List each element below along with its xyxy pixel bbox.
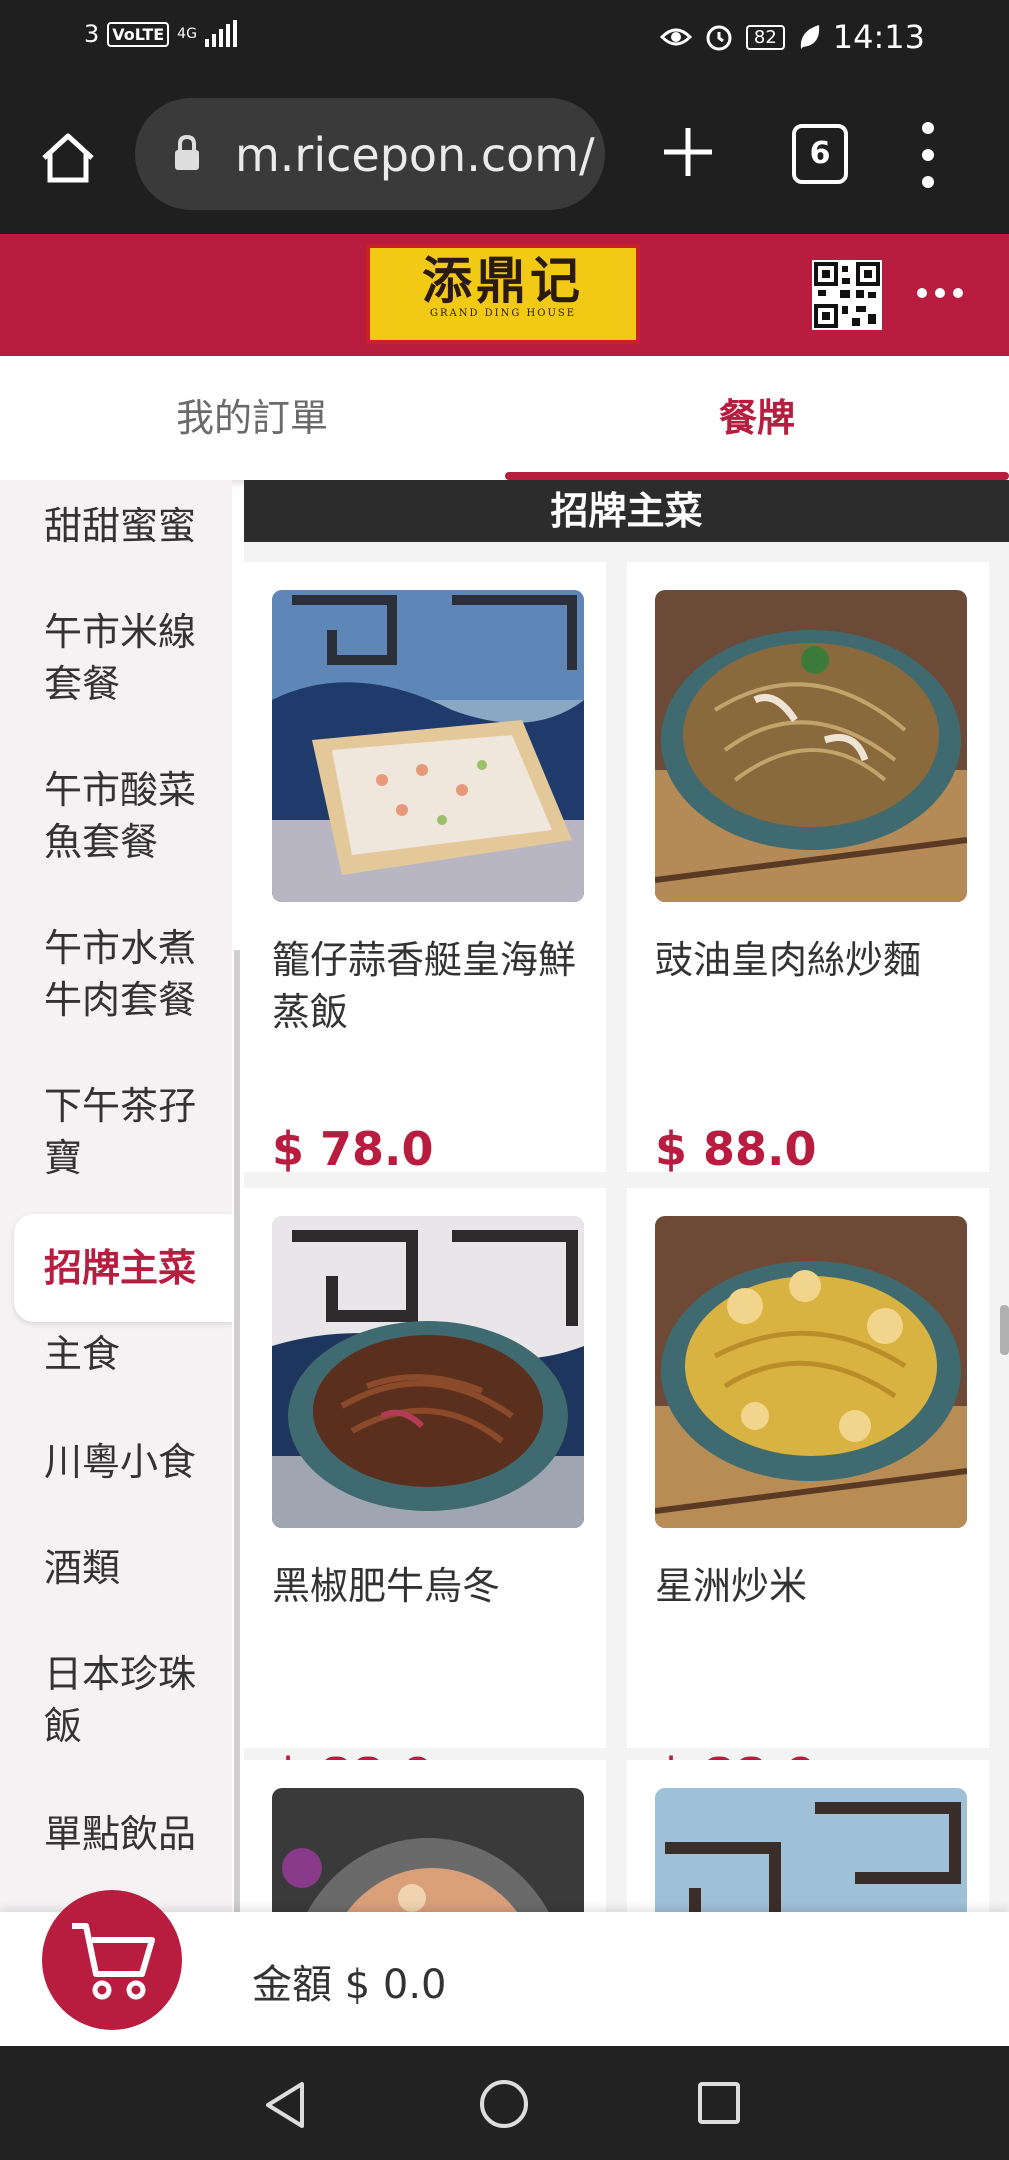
dish-image[interactable] — [272, 590, 584, 902]
dish-image[interactable] — [272, 1216, 584, 1528]
status-left: 3 VoLTE 4G — [84, 20, 237, 48]
dish-price: $ 78.0 — [272, 1122, 434, 1176]
dish-image[interactable] — [655, 1788, 967, 1912]
lock-icon — [175, 134, 199, 170]
sidebar-item-drinks[interactable]: 單點飲品 — [0, 1808, 232, 1860]
dish-name: 星洲炒米 — [655, 1564, 808, 1608]
dish-image[interactable] — [655, 1216, 967, 1528]
tab-bar: 我的訂單 餐牌 — [0, 356, 1009, 480]
qr-code-icon[interactable] — [812, 260, 882, 330]
dish-card[interactable]: 籠仔蒜香艇皇海鮮蒸飯 $ 78.0 — [244, 562, 606, 1176]
sidebar-item-staple[interactable]: 主食 — [0, 1328, 232, 1380]
dish-name: 豉油皇肉絲炒麵 — [655, 938, 922, 982]
dish-name: 黑椒肥牛烏冬 — [272, 1564, 501, 1608]
dish-card[interactable]: 黑椒肥牛烏冬 $ 88.0 — [244, 1188, 606, 1802]
back-icon[interactable] — [262, 2080, 312, 2130]
dish-card[interactable] — [244, 1760, 606, 1912]
clock: 14:13 — [832, 18, 925, 56]
restaurant-logo[interactable]: 添鼎记 GRAND DING HOUSE — [366, 244, 640, 344]
status-bar: 3 VoLTE 4G 82 14:13 — [0, 0, 1009, 80]
sidebar-item-afternoon-tea[interactable]: 下午茶孖寶 — [0, 1080, 232, 1184]
home-icon[interactable] — [38, 128, 98, 188]
network-type: 4G — [177, 26, 197, 42]
recents-icon[interactable] — [698, 2082, 740, 2124]
sidebar-item-lunch-boiled-beef[interactable]: 午市水煮牛肉套餐 — [0, 922, 232, 1026]
logo-subtitle: GRAND DING HOUSE — [429, 308, 577, 319]
cart-button[interactable] — [42, 1890, 182, 2030]
sidebar-item-lunch-rice-noodle[interactable]: 午市米線套餐 — [0, 606, 232, 710]
dish-name: 籠仔蒜香艇皇海鮮蒸飯 — [272, 938, 577, 1034]
home-button-icon[interactable] — [480, 2080, 528, 2128]
dish-card[interactable]: 豉油皇肉絲炒麵 $ 88.0 — [627, 562, 989, 1176]
eye-icon — [659, 28, 692, 46]
dish-card[interactable]: 星洲炒米 $ 88.0 — [627, 1188, 989, 1802]
category-sidebar[interactable]: 甜甜蜜蜜 午市米線套餐 午市酸菜魚套餐 午市水煮牛肉套餐 下午茶孖寶 招牌主菜 … — [0, 480, 232, 1912]
volte-badge: VoLTE — [107, 21, 170, 47]
logo-text: 添鼎记 — [422, 251, 584, 310]
sidebar-item-dessert[interactable]: 甜甜蜜蜜 — [0, 500, 232, 552]
sidebar-item-pearl-rice[interactable]: 日本珍珠飯 — [0, 1648, 232, 1752]
new-tab-icon[interactable] — [660, 124, 716, 180]
more-horiz-icon[interactable] — [916, 286, 964, 300]
content-scrollbar[interactable] — [1000, 1305, 1009, 1355]
leaf-icon — [800, 25, 819, 49]
url-text: m.ricepon.com/ — [235, 128, 595, 182]
sidebar-item-snacks[interactable]: 川粵小食 — [0, 1436, 232, 1488]
more-vert-icon[interactable] — [920, 120, 936, 190]
tab-switcher-button[interactable]: 6 — [792, 124, 848, 184]
sidebar-item-liquor[interactable]: 酒類 — [0, 1542, 232, 1594]
status-right: 82 14:13 — [659, 18, 925, 56]
battery-icon: 82 — [745, 24, 785, 50]
section-title: 招牌主菜 — [244, 480, 1009, 542]
active-tab-indicator — [505, 472, 1009, 480]
dish-image[interactable] — [655, 590, 967, 902]
address-bar[interactable]: m.ricepon.com/ — [135, 98, 605, 210]
sidebar-item-signature[interactable]: 招牌主菜 — [14, 1214, 232, 1322]
sidebar-scrollbar[interactable] — [234, 950, 240, 1912]
signal-icon — [204, 20, 237, 47]
dish-card[interactable] — [627, 1760, 989, 1912]
dish-price: $ 88.0 — [655, 1122, 817, 1176]
sim-indicator: 3 — [84, 20, 100, 48]
app-header: 添鼎记 GRAND DING HOUSE — [0, 234, 1009, 356]
menu-content[interactable]: 招牌主菜 籠仔蒜香艇皇海鮮蒸飯 $ 78.0 豉油皇肉絲炒麵 $ 88.0 黑椒… — [244, 480, 1009, 1912]
tab-my-orders[interactable]: 我的訂單 — [0, 356, 504, 480]
cart-bar: 金額 $ 0.0 — [0, 1890, 1009, 2046]
system-nav-bar — [0, 2046, 1009, 2160]
shopping-cart-icon — [72, 1923, 155, 2000]
tab-menu[interactable]: 餐牌 — [505, 356, 1009, 480]
alarm-icon — [706, 25, 732, 51]
sidebar-item-lunch-pickled-fish[interactable]: 午市酸菜魚套餐 — [0, 764, 232, 868]
cart-amount: 金額 $ 0.0 — [252, 1962, 447, 2008]
browser-toolbar: m.ricepon.com/ 6 — [0, 80, 1009, 234]
dish-image[interactable] — [272, 1788, 584, 1912]
